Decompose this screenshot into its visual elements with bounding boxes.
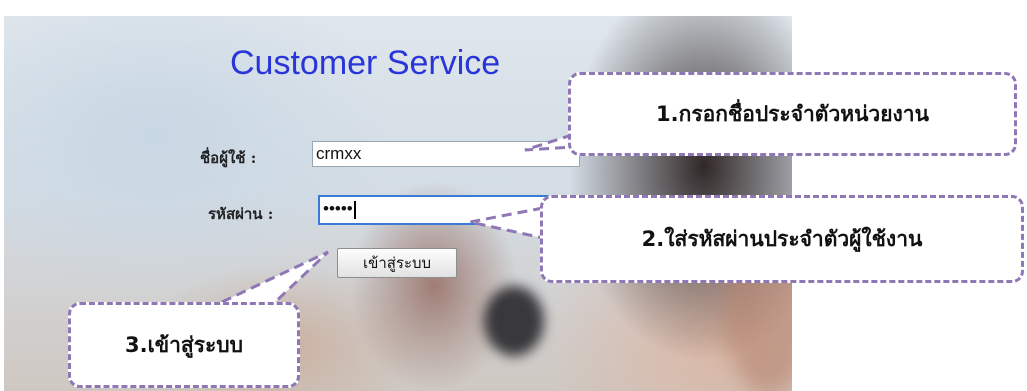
callout-step-3: 3.เข้าสู่ระบบ xyxy=(68,302,300,388)
callout-step-1-text: 1.กรอกชื่อประจำตัวหน่วยงาน xyxy=(656,101,929,126)
callout-2-pointer xyxy=(469,206,544,240)
callout-3-pointer xyxy=(221,250,330,307)
callout-step-2: 2.ใส่รหัสผ่านประจำตัวผู้ใช้งาน xyxy=(540,195,1024,283)
callout-step-1: 1.กรอกชื่อประจำตัวหน่วยงาน xyxy=(568,72,1017,156)
callout-step-2-text: 2.ใส่รหัสผ่านประจำตัวผู้ใช้งาน xyxy=(641,226,923,251)
callout-step-3-text: 3.เข้าสู่ระบบ xyxy=(125,332,243,357)
